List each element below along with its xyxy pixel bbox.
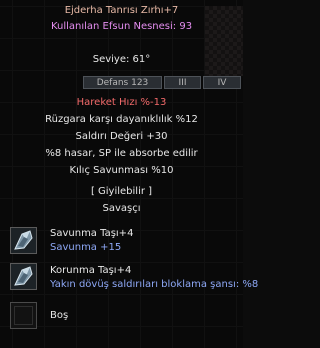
tab-defense[interactable]: Defans 123 — [83, 76, 162, 89]
blue-gem-stone-icon — [14, 230, 33, 250]
class-restriction: Savaşçı — [102, 203, 141, 214]
sp-absorb-bonus: %8 hasar, SP ile absorbe edilir — [45, 148, 198, 159]
socket-2-slot — [10, 263, 37, 290]
socket-3-slot-empty — [10, 302, 37, 329]
attack-value-bonus: Saldırı Değeri +30 — [75, 131, 168, 142]
sword-defense-bonus: Kılıç Savunması %10 — [69, 165, 174, 176]
blue-gem-stone-icon — [14, 266, 33, 286]
socket-1-name: Savunma Taşı+4 — [50, 228, 134, 239]
wearable-status: [ Giyilebilir ] — [90, 186, 153, 197]
level-requirement: Seviye: 61° — [92, 54, 151, 65]
tab-iv[interactable]: IV — [203, 76, 241, 89]
item-tooltip: Ejderha Tanrısı Zırhı+7 Kullanılan Efsun… — [0, 0, 258, 348]
item-name: Ejderha Tanrısı Zırhı+7 — [64, 5, 179, 16]
movement-speed-penalty: Hareket Hızı %-13 — [76, 97, 167, 108]
enchant-count: Kullanılan Efsun Nesnesi: 93 — [50, 21, 193, 32]
tab-iii[interactable]: III — [164, 76, 201, 89]
socket-1-slot — [10, 227, 37, 254]
socket-3-name: Boş — [50, 310, 69, 321]
wind-resistance-bonus: Rüzgara karşı dayanıklılık %12 — [45, 114, 198, 125]
socket-1-stat: Savunma +15 — [50, 242, 122, 253]
socket-2-name: Korunma Taşı+4 — [50, 265, 132, 276]
socket-2-stat: Yakın dövüş saldırıları bloklama şansı: … — [50, 279, 259, 290]
